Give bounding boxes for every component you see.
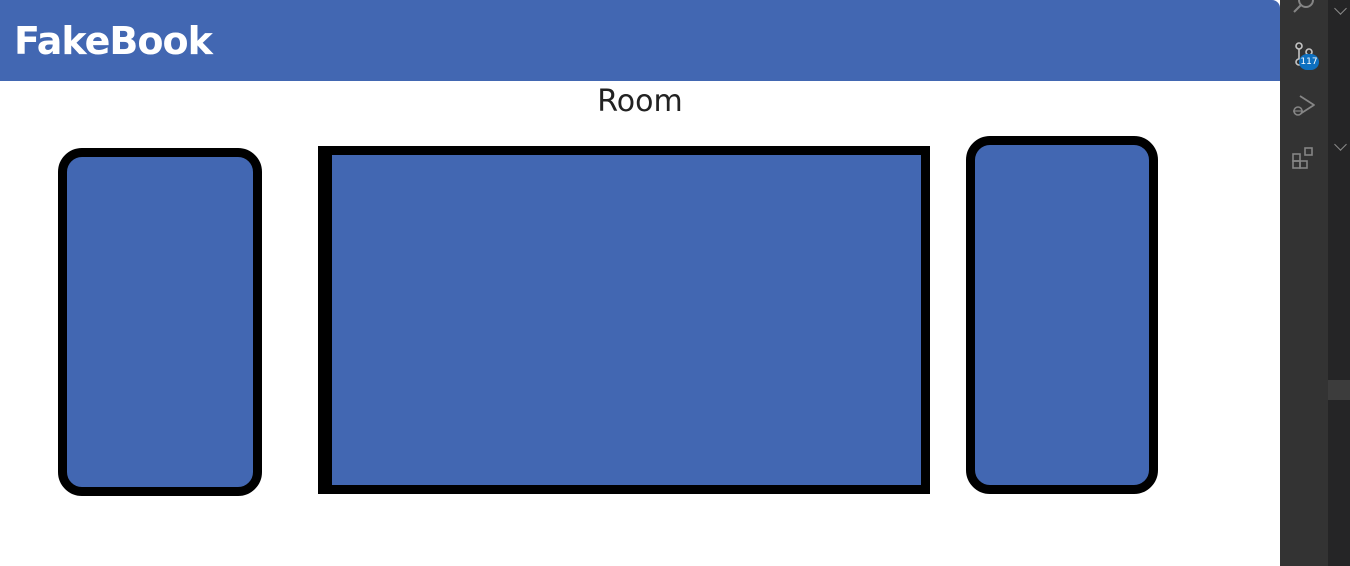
extensions-icon[interactable] bbox=[1290, 144, 1318, 172]
run-debug-icon[interactable] bbox=[1290, 91, 1318, 119]
header-bar: FakeBook bbox=[0, 0, 1280, 81]
activity-bar bbox=[1280, 0, 1328, 566]
scrollbar-thumb[interactable] bbox=[1328, 380, 1350, 400]
source-control-badge: 117 bbox=[1299, 54, 1319, 70]
app-window: FakeBook Room bbox=[0, 0, 1280, 566]
room-title: Room bbox=[597, 84, 683, 119]
side-panel-strip bbox=[1328, 0, 1350, 566]
right-panel bbox=[966, 136, 1158, 494]
center-panel bbox=[318, 146, 930, 494]
chevron-down-icon[interactable] bbox=[1334, 2, 1347, 15]
left-panel bbox=[58, 148, 262, 496]
chevron-down-icon[interactable] bbox=[1334, 138, 1347, 151]
brand-logo[interactable]: FakeBook bbox=[14, 18, 213, 64]
search-icon[interactable] bbox=[1290, 0, 1318, 18]
